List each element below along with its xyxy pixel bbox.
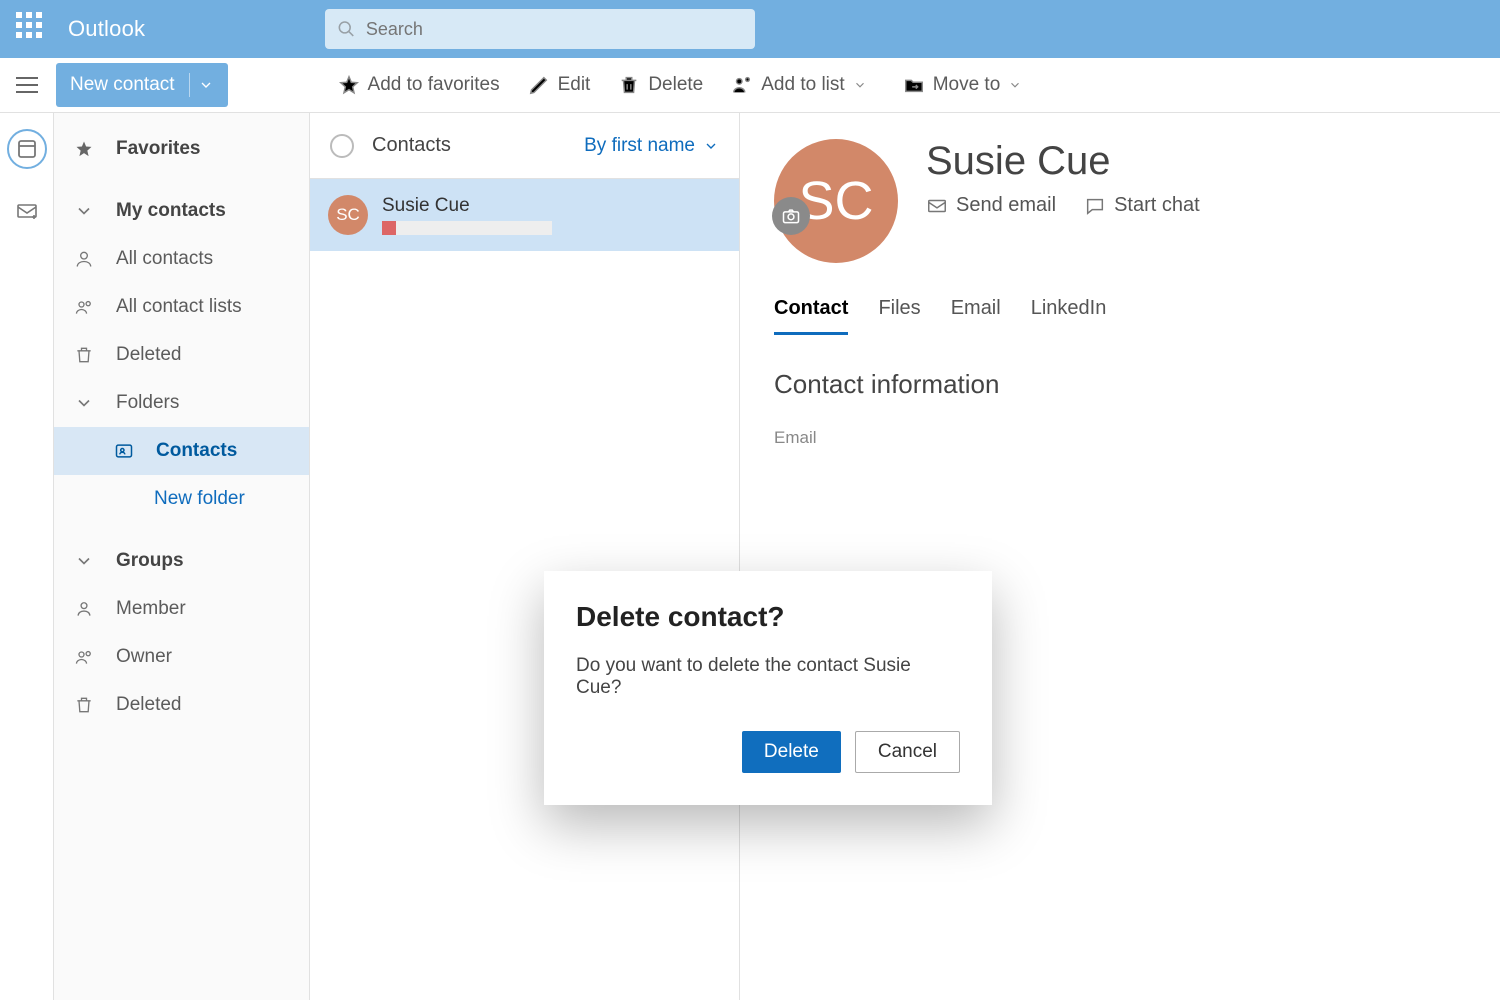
list-header: Contacts By first name (310, 113, 739, 179)
title-bar: Outlook (0, 0, 1500, 58)
contacts-folder-icon (114, 441, 134, 461)
tab-email[interactable]: Email (951, 297, 1001, 335)
nav-panel: Favorites My contacts All contacts All c… (54, 113, 310, 1000)
hamburger-icon[interactable] (16, 77, 38, 93)
nav-groups-deleted[interactable]: Deleted (54, 681, 309, 729)
trash-icon (618, 74, 640, 96)
app-name: Outlook (68, 16, 145, 42)
search-icon (337, 19, 356, 39)
trash-icon (74, 345, 94, 365)
nav-deleted[interactable]: Deleted (54, 331, 309, 379)
dialog-body: Do you want to delete the contact Susie … (576, 655, 960, 699)
dialog-cancel-button[interactable]: Cancel (855, 731, 960, 773)
new-contact-button[interactable]: New contact (56, 63, 228, 107)
chevron-down-icon (1008, 78, 1022, 92)
section-title: Contact information (774, 369, 1500, 400)
nav-owner[interactable]: Owner (54, 633, 309, 681)
people-list-icon (731, 74, 753, 96)
app-rail (0, 113, 54, 1000)
nav-all-contact-lists[interactable]: All contact lists (54, 283, 309, 331)
move-to-button[interactable]: Move to (903, 74, 1031, 96)
command-bar: New contact Add to favorites Edit Delete… (0, 58, 1500, 113)
sort-button[interactable]: By first name (584, 135, 719, 157)
mail-icon (926, 195, 948, 217)
list-title: Contacts (372, 134, 584, 157)
chevron-down-icon (74, 551, 94, 571)
nav-contacts-folder[interactable]: Contacts (54, 427, 309, 475)
email-field-label: Email (774, 428, 1500, 448)
contact-list-item[interactable]: SC Susie Cue (310, 179, 739, 251)
folder-move-icon (903, 74, 925, 96)
nav-all-contacts[interactable]: All contacts (54, 235, 309, 283)
pencil-icon (528, 74, 550, 96)
edit-button[interactable]: Edit (528, 74, 591, 96)
person-icon (74, 599, 94, 619)
nav-favorites[interactable]: Favorites (54, 125, 309, 173)
tab-files[interactable]: Files (878, 297, 920, 335)
start-chat-button[interactable]: Start chat (1084, 194, 1200, 217)
change-photo-button[interactable] (772, 197, 810, 235)
dialog-delete-button[interactable]: Delete (742, 731, 841, 773)
chevron-down-icon (198, 77, 214, 93)
nav-new-folder[interactable]: New folder (54, 475, 309, 523)
chevron-down-icon (74, 201, 94, 221)
contact-list-panel: Contacts By first name SC Susie Cue (310, 113, 740, 1000)
nav-my-contacts[interactable]: My contacts (54, 187, 309, 235)
app-launcher-icon[interactable] (16, 12, 50, 46)
detail-name: Susie Cue (926, 139, 1200, 184)
send-email-button[interactable]: Send email (926, 194, 1056, 217)
contact-name: Susie Cue (382, 195, 552, 217)
delete-button[interactable]: Delete (618, 74, 703, 96)
detail-panel: SC Susie Cue Send email Start chat (740, 113, 1500, 1000)
delete-contact-dialog: Delete contact? Do you want to delete th… (544, 571, 992, 805)
star-plus-icon (338, 74, 360, 96)
chevron-down-icon (74, 393, 94, 413)
mail-app-icon[interactable] (15, 199, 39, 228)
avatar: SC (328, 195, 368, 235)
detail-tabs: Contact Files Email LinkedIn (774, 297, 1500, 335)
add-to-list-button[interactable]: Add to list (731, 74, 874, 96)
star-icon (74, 139, 94, 159)
people-icon (74, 647, 94, 667)
camera-icon (781, 206, 801, 226)
chevron-down-icon (853, 78, 867, 92)
nav-groups[interactable]: Groups (54, 537, 309, 585)
chevron-down-icon (703, 138, 719, 154)
trash-icon (74, 695, 94, 715)
search-box[interactable] (325, 9, 755, 49)
add-favorites-button[interactable]: Add to favorites (338, 74, 500, 96)
contact-subtext-redacted (382, 221, 552, 235)
chat-icon (1084, 195, 1106, 217)
tab-linkedin[interactable]: LinkedIn (1031, 297, 1107, 335)
new-contact-label: New contact (70, 74, 175, 96)
people-icon (74, 297, 94, 317)
person-icon (74, 249, 94, 269)
search-input[interactable] (366, 19, 743, 40)
tab-contact[interactable]: Contact (774, 297, 848, 335)
nav-folders[interactable]: Folders (54, 379, 309, 427)
select-all-checkbox[interactable] (330, 134, 354, 158)
people-app-icon[interactable] (7, 129, 47, 169)
dialog-title: Delete contact? (576, 601, 960, 633)
nav-member[interactable]: Member (54, 585, 309, 633)
